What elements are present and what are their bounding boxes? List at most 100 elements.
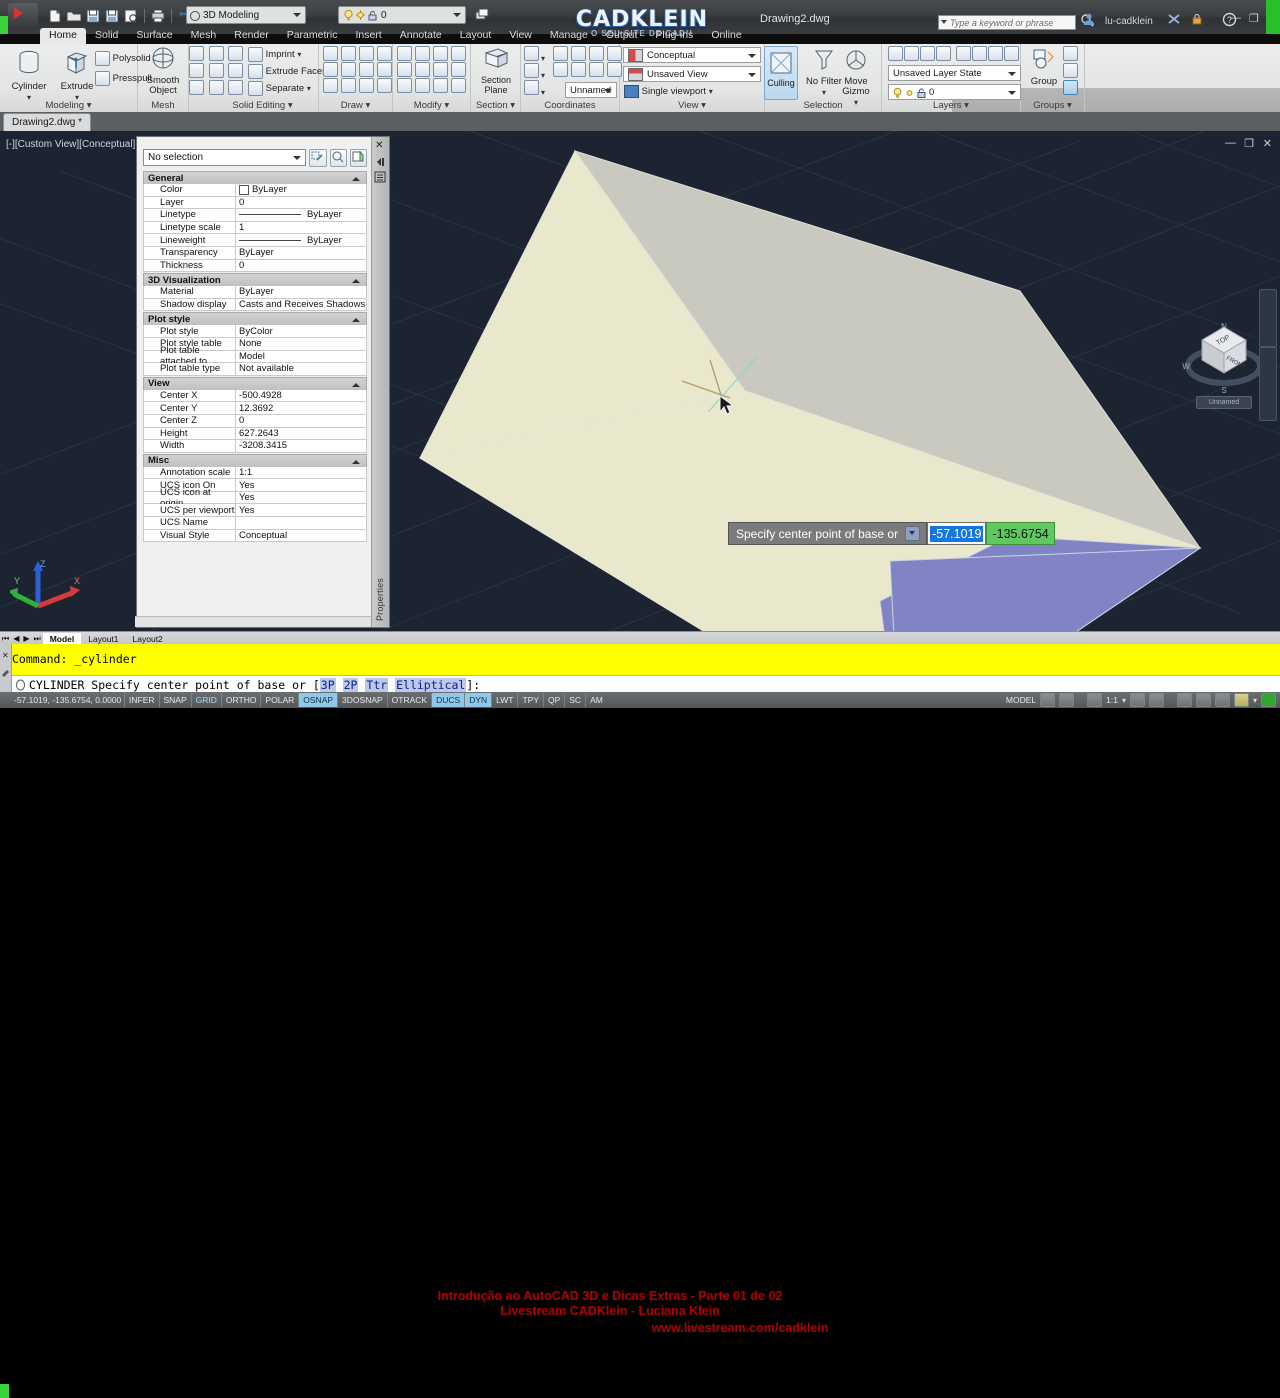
solid-edit-1-icon[interactable] bbox=[228, 46, 243, 61]
layer-properties-quick-icon[interactable] bbox=[474, 7, 492, 25]
viewport-label[interactable]: [-][Custom View][Conceptual] bbox=[6, 139, 135, 150]
property-row-plot-table-attached-to[interactable]: Plot table attached to Model bbox=[143, 345, 367, 367]
ucs-x-icon[interactable] bbox=[589, 46, 604, 61]
tab-surface[interactable]: Surface bbox=[127, 28, 181, 44]
search-dropdown-icon[interactable] bbox=[941, 20, 947, 24]
status-bar-right[interactable]: MODEL 1:1 ▾ ▾ bbox=[1006, 692, 1276, 708]
workspace-gear-icon[interactable] bbox=[1176, 693, 1192, 707]
navigation-bar-bottom[interactable] bbox=[1259, 347, 1277, 421]
command-input-line[interactable]: CYLINDER Specify center point of base or… bbox=[12, 675, 1280, 693]
layer-unisolate-icon[interactable] bbox=[920, 46, 935, 61]
property-row-linetype[interactable]: Linetype ByLayer bbox=[143, 209, 367, 222]
property-row-transparency[interactable]: Transparency ByLayer bbox=[143, 246, 367, 260]
property-value-cell[interactable]: ByLayer bbox=[236, 209, 366, 221]
3dpolyline-icon[interactable] bbox=[341, 46, 356, 61]
ungroup-icon[interactable] bbox=[1063, 46, 1078, 61]
polygon-icon[interactable] bbox=[323, 78, 338, 93]
visual-style-combo[interactable]: Conceptual bbox=[623, 47, 761, 63]
property-value-cell[interactable]: 12.3692 bbox=[236, 402, 366, 414]
status-toggle-am[interactable]: AM bbox=[585, 693, 607, 707]
status-toggle-grid[interactable]: GRID bbox=[190, 693, 221, 707]
property-value-cell[interactable]: ByColor bbox=[236, 325, 366, 337]
annovis-icon[interactable] bbox=[1129, 693, 1145, 707]
property-row-color[interactable]: Color ByLayer bbox=[143, 184, 367, 197]
save-icon[interactable] bbox=[84, 7, 102, 25]
panel-title-selection[interactable]: Selection bbox=[765, 100, 881, 111]
layout-tab-layout2[interactable]: Layout2 bbox=[126, 633, 170, 645]
tab-view[interactable]: View bbox=[500, 28, 541, 44]
property-row-center-y[interactable]: Center Y 12.3692 bbox=[143, 402, 367, 415]
panel-title-section[interactable]: Section ▾ bbox=[471, 100, 520, 111]
navigation-bar-top[interactable] bbox=[1259, 289, 1277, 347]
security-dropdown-icon[interactable]: ▾ bbox=[1213, 17, 1217, 26]
panel-title-mesh[interactable]: Mesh bbox=[138, 100, 188, 111]
group-selection-on-icon[interactable] bbox=[1063, 80, 1078, 95]
prev-layout-button[interactable]: ◀ bbox=[11, 634, 21, 643]
tab-output[interactable]: Output bbox=[597, 28, 647, 44]
tab-online[interactable]: Online bbox=[702, 28, 750, 44]
3dmove-icon[interactable] bbox=[415, 46, 430, 61]
panel-title-view[interactable]: View ▾ bbox=[620, 100, 764, 111]
property-row-shadow-display[interactable]: Shadow display Casts and Receives Shadow… bbox=[143, 298, 367, 312]
next-layout-button[interactable]: ▶ bbox=[21, 634, 31, 643]
ucs-face-icon[interactable] bbox=[524, 63, 539, 78]
collapse-triangle-icon[interactable] bbox=[352, 279, 360, 284]
rotate-icon[interactable] bbox=[433, 46, 448, 61]
named-view-combo[interactable]: Unsaved View bbox=[623, 66, 761, 82]
status-toggle-3dosnap[interactable]: 3DOSNAP bbox=[337, 693, 387, 707]
property-value-cell[interactable]: 0 bbox=[236, 259, 366, 272]
properties-category-general[interactable]: General bbox=[143, 171, 367, 184]
view-cube[interactable]: N E S W TOP FRONT bbox=[1178, 311, 1270, 403]
status-toggle-polar[interactable]: POLAR bbox=[260, 693, 298, 707]
separate-button[interactable]: Separate ▾ bbox=[248, 81, 311, 96]
3dalign-icon[interactable] bbox=[397, 78, 412, 93]
fillet-icon[interactable] bbox=[451, 62, 466, 77]
property-value-cell[interactable]: None bbox=[236, 337, 366, 350]
property-value-cell[interactable]: -500.4928 bbox=[236, 389, 366, 402]
property-value-cell[interactable]: -3208.3415 bbox=[236, 440, 366, 452]
layout-tab-bar[interactable]: ⏮ ◀ ▶ ⏭ Model Layout1 Layout2 bbox=[0, 631, 1280, 645]
minimize-button[interactable]: — bbox=[1230, 12, 1241, 25]
property-row-ucs-name[interactable]: UCS Name bbox=[143, 517, 367, 530]
collapse-triangle-icon[interactable] bbox=[352, 382, 360, 387]
tab-mesh[interactable]: Mesh bbox=[182, 28, 226, 44]
property-row-plot-style[interactable]: Plot style ByColor bbox=[143, 325, 367, 338]
properties-palette[interactable]: No selection General Color ByLayer Layer… bbox=[135, 136, 390, 628]
status-toggle-snap[interactable]: SNAP bbox=[158, 693, 191, 707]
status-toggle-infer[interactable]: INFER bbox=[124, 693, 159, 707]
viewport-restore-button[interactable]: ❐ bbox=[1244, 137, 1254, 150]
dynamic-input-x-field[interactable]: -57.1019 bbox=[927, 522, 987, 545]
properties-category-misc[interactable]: Misc bbox=[143, 453, 367, 467]
tab-solid[interactable]: Solid bbox=[86, 28, 127, 44]
viewport-config-button[interactable]: Single viewport ▾ bbox=[624, 85, 713, 98]
annotation-scale-dropdown-icon[interactable]: ▾ bbox=[1122, 696, 1126, 705]
properties-close-button[interactable]: ✕ bbox=[375, 140, 383, 151]
viewport-close-button[interactable]: ✕ bbox=[1263, 137, 1272, 150]
rectangle-icon[interactable] bbox=[341, 78, 356, 93]
property-row-annotation-scale[interactable]: Annotation scale 1:1 bbox=[143, 466, 367, 480]
layer-off-icon[interactable] bbox=[956, 46, 971, 61]
layer-quick-selector[interactable]: 0 bbox=[338, 6, 466, 24]
property-value-cell[interactable]: Yes bbox=[236, 479, 366, 491]
collapse-triangle-icon[interactable] bbox=[352, 318, 360, 323]
workspace-selector[interactable]: 3D Modeling bbox=[186, 6, 306, 24]
command-keyword-2p[interactable]: 2P bbox=[342, 678, 359, 692]
last-layout-button[interactable]: ⏭ bbox=[32, 634, 43, 644]
property-value-cell[interactable]: 0 bbox=[236, 196, 366, 209]
tab-home[interactable]: Home bbox=[40, 28, 87, 44]
circle-icon[interactable] bbox=[359, 62, 374, 77]
property-value-cell[interactable]: 0 bbox=[236, 414, 366, 427]
annoauto-icon[interactable] bbox=[1148, 693, 1164, 707]
save-as-icon[interactable] bbox=[103, 7, 121, 25]
smooth-more-icon[interactable] bbox=[189, 46, 204, 61]
solid-edit-3-icon[interactable] bbox=[228, 80, 243, 95]
intersect-icon[interactable] bbox=[209, 80, 224, 95]
status-toggle-ortho[interactable]: ORTHO bbox=[220, 693, 261, 707]
command-window[interactable]: ✕ Command: _cylinder CYLINDER Specify ce… bbox=[0, 644, 1280, 1335]
group-button[interactable]: Group bbox=[1025, 47, 1063, 87]
new-icon[interactable] bbox=[46, 7, 64, 25]
restore-button[interactable]: ❐ bbox=[1249, 12, 1259, 25]
ucs-world-icon[interactable] bbox=[524, 46, 539, 61]
gradient-icon[interactable] bbox=[377, 78, 392, 93]
status-toggle-tpy[interactable]: TPY bbox=[517, 693, 543, 707]
